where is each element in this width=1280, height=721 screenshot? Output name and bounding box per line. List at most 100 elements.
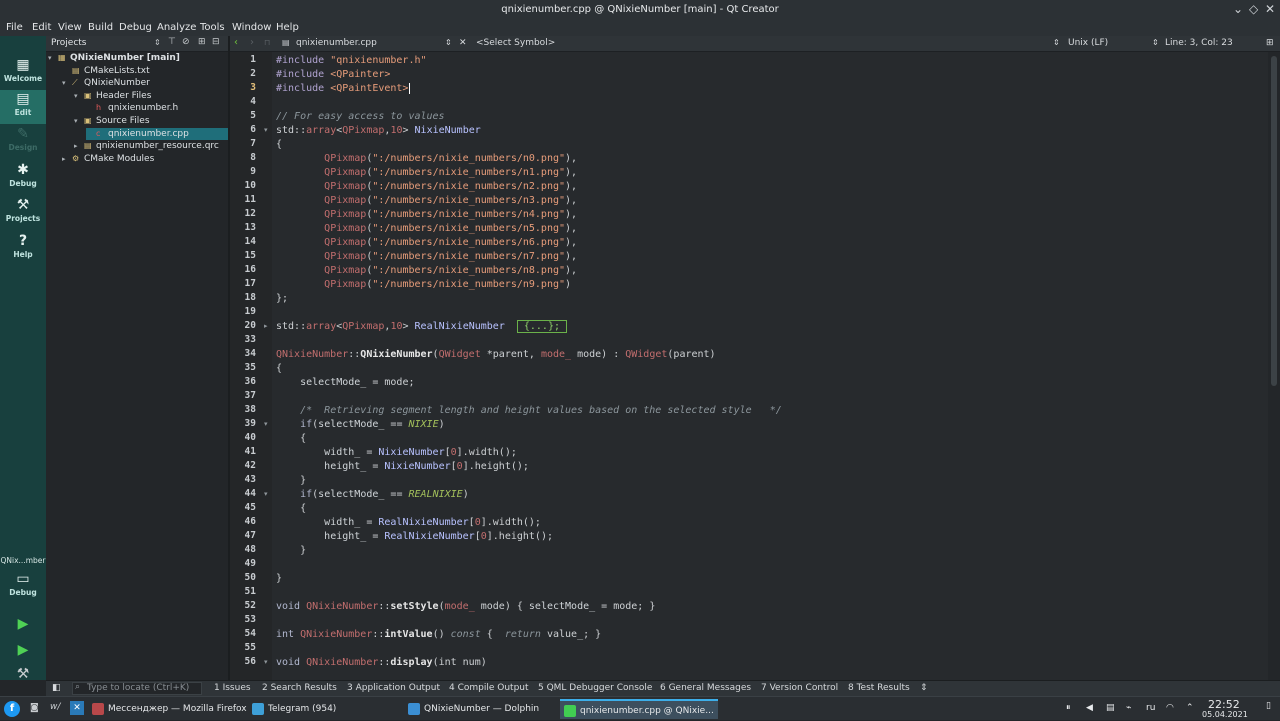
- fold-marker-icon[interactable]: ▾: [264, 490, 268, 498]
- chevron-down-icon[interactable]: ⇕: [445, 38, 452, 47]
- line-ending-selector[interactable]: Unix (LF): [1068, 38, 1108, 48]
- minimize-icon[interactable]: ⌄: [1233, 2, 1243, 16]
- run-icon[interactable]: ▶: [0, 616, 46, 638]
- code-editor[interactable]: #include "qnixienumber.h" #include <QPain…: [272, 52, 1268, 680]
- file-selector[interactable]: qnixienumber.cpp: [296, 38, 377, 48]
- split-editor-icon[interactable]: ⊞: [1266, 38, 1274, 48]
- close-icon[interactable]: ✕: [1265, 2, 1275, 16]
- menu-item-tools[interactable]: Tools: [200, 22, 225, 33]
- output-tab[interactable]: 7 Version Control: [761, 683, 838, 693]
- volume-icon[interactable]: ◀: [1086, 703, 1093, 713]
- output-tab[interactable]: 2 Search Results: [262, 683, 337, 693]
- discord-icon[interactable]: ◙: [30, 703, 39, 713]
- cursor-position[interactable]: Line: 3, Col: 23: [1165, 38, 1233, 48]
- menu-item-help[interactable]: Help: [276, 22, 299, 33]
- mode-welcome[interactable]: ▦ Welcome: [0, 56, 46, 90]
- output-tab[interactable]: 1 Issues: [214, 683, 251, 693]
- tree-arrow-icon[interactable]: ▾: [48, 52, 58, 64]
- taskbar-task[interactable]: Telegram (954): [248, 699, 398, 719]
- code-line: if(selectMode_ == REALNIXIE): [276, 488, 469, 502]
- link-icon[interactable]: ⊘: [182, 37, 190, 47]
- fold-marker-icon[interactable]: ▾: [264, 126, 268, 134]
- fold-marker-icon[interactable]: ▾: [264, 658, 268, 666]
- dropdown-icon[interactable]: ⇕: [154, 38, 161, 47]
- tree-item[interactable]: ▾ ▣ Header Files: [74, 90, 151, 102]
- tree-item[interactable]: ▸ ▤ qnixienumber_resource.qrc: [74, 140, 219, 152]
- folded-block-button[interactable]: {...};: [516, 320, 567, 333]
- menu-item-debug[interactable]: Debug: [119, 22, 152, 33]
- app-icon: [92, 703, 104, 715]
- kit-selector[interactable]: ▭ Debug: [0, 570, 46, 604]
- editor-scrollbar[interactable]: [1268, 52, 1280, 680]
- output-tab[interactable]: 5 QML Debugger Console: [538, 683, 652, 693]
- symbol-selector[interactable]: <Select Symbol>: [476, 38, 555, 48]
- show-desktop-icon[interactable]: ▯: [1266, 701, 1271, 711]
- mode-help[interactable]: ? Help: [0, 232, 46, 266]
- forward-icon[interactable]: ›: [250, 37, 254, 48]
- debug-run-icon[interactable]: ▶: [0, 642, 46, 664]
- locate-input[interactable]: Type to locate (Ctrl+K): [72, 682, 202, 695]
- line-ending-dropdown-icon[interactable]: ⇕: [1152, 38, 1159, 47]
- split-icon[interactable]: ⊞: [198, 37, 206, 47]
- tree-item[interactable]: h qnixienumber.h: [86, 102, 178, 114]
- filter-icon[interactable]: ⊤: [168, 37, 176, 47]
- media-pause-icon[interactable]: ⏸: [1066, 703, 1071, 713]
- taskbar-task[interactable]: Мессенджер — Mozilla Firefox: [88, 699, 247, 719]
- app-launcher-icon[interactable]: f: [4, 701, 20, 717]
- mode-label: Edit: [14, 108, 32, 117]
- fold-marker-icon[interactable]: ▾: [264, 420, 268, 428]
- output-tab[interactable]: 8 Test Results: [848, 683, 910, 693]
- jetbrains-icon[interactable]: w/: [50, 702, 60, 712]
- tree-item[interactable]: ▾ ⟋ QNixieNumber: [62, 77, 150, 89]
- clock-date: 05.04.2021: [1202, 710, 1248, 719]
- output-tab[interactable]: 3 Application Output: [347, 683, 440, 693]
- tree-item[interactable]: ▾ ▣ Source Files: [74, 115, 150, 127]
- line-number: 16: [244, 264, 256, 275]
- tree-item[interactable]: ▤ CMakeLists.txt: [62, 65, 150, 77]
- keyboard-layout[interactable]: ru: [1146, 703, 1155, 713]
- fold-marker-icon[interactable]: ▸: [264, 322, 268, 330]
- taskbar-task[interactable]: QNixieNumber — Dolphin: [404, 699, 554, 719]
- tree-arrow-icon[interactable]: ▸: [74, 140, 84, 152]
- code-token: QPixmap: [324, 195, 367, 206]
- menu-item-analyze[interactable]: Analyze: [157, 22, 196, 33]
- tree-arrow-icon[interactable]: ▸: [62, 153, 72, 165]
- menu-item-view[interactable]: View: [58, 22, 82, 33]
- back-icon[interactable]: ‹: [234, 37, 238, 48]
- menu-item-file[interactable]: File: [6, 22, 23, 33]
- menu-item-build[interactable]: Build: [88, 22, 113, 33]
- tree-item[interactable]: ▾ ▦ QNixieNumber [main]: [48, 52, 180, 64]
- line-number: 55: [244, 642, 256, 653]
- mode-edit[interactable]: ▤ Edit: [0, 90, 46, 124]
- symbol-dropdown-icon[interactable]: ⇕: [1053, 38, 1060, 47]
- wifi-icon[interactable]: ◠: [1166, 703, 1174, 713]
- build-icon[interactable]: ⚒: [0, 666, 46, 688]
- taskbar-task[interactable]: qnixienumber.cpp @ QNixie...: [560, 699, 718, 719]
- output-tab[interactable]: 4 Compile Output: [449, 683, 529, 693]
- output-tabs-menu-icon[interactable]: ⇕: [920, 683, 928, 693]
- tree-arrow-icon[interactable]: ▾: [74, 90, 84, 102]
- maximize-icon[interactable]: ◇: [1249, 2, 1258, 16]
- output-tab[interactable]: 6 General Messages: [660, 683, 751, 693]
- qtcreator-launcher-icon[interactable]: ✕: [70, 701, 84, 715]
- code-token: >: [402, 125, 415, 136]
- mode-debug[interactable]: ✱ Debug: [0, 161, 46, 195]
- menu-item-edit[interactable]: Edit: [32, 22, 51, 33]
- close-document-icon[interactable]: ✕: [459, 38, 467, 48]
- tray-expand-icon[interactable]: ⌃: [1186, 703, 1194, 713]
- file-icon: ▤: [282, 38, 290, 47]
- mode-design[interactable]: ✎ Design: [0, 125, 46, 159]
- code-token: ":/numbers/nixie_numbers/n9.png": [372, 279, 566, 290]
- usb-icon[interactable]: ⌁: [1126, 703, 1131, 713]
- mode-projects[interactable]: ⚒ Projects: [0, 196, 46, 230]
- menu-item-window[interactable]: Window: [232, 22, 271, 33]
- clipboard-icon[interactable]: ▤: [1106, 703, 1115, 713]
- line-number: 47: [244, 530, 256, 541]
- toggle-sidebar-icon[interactable]: ◧: [52, 683, 61, 693]
- tree-arrow-icon[interactable]: ▾: [74, 115, 84, 127]
- scrollbar-thumb[interactable]: [1271, 56, 1277, 386]
- tree-item[interactable]: ▸ ⚙ CMake Modules: [62, 153, 154, 165]
- tree-item[interactable]: c qnixienumber.cpp: [86, 127, 228, 140]
- tree-arrow-icon[interactable]: ▾: [62, 77, 72, 89]
- close-pane-icon[interactable]: ⊟: [212, 37, 220, 47]
